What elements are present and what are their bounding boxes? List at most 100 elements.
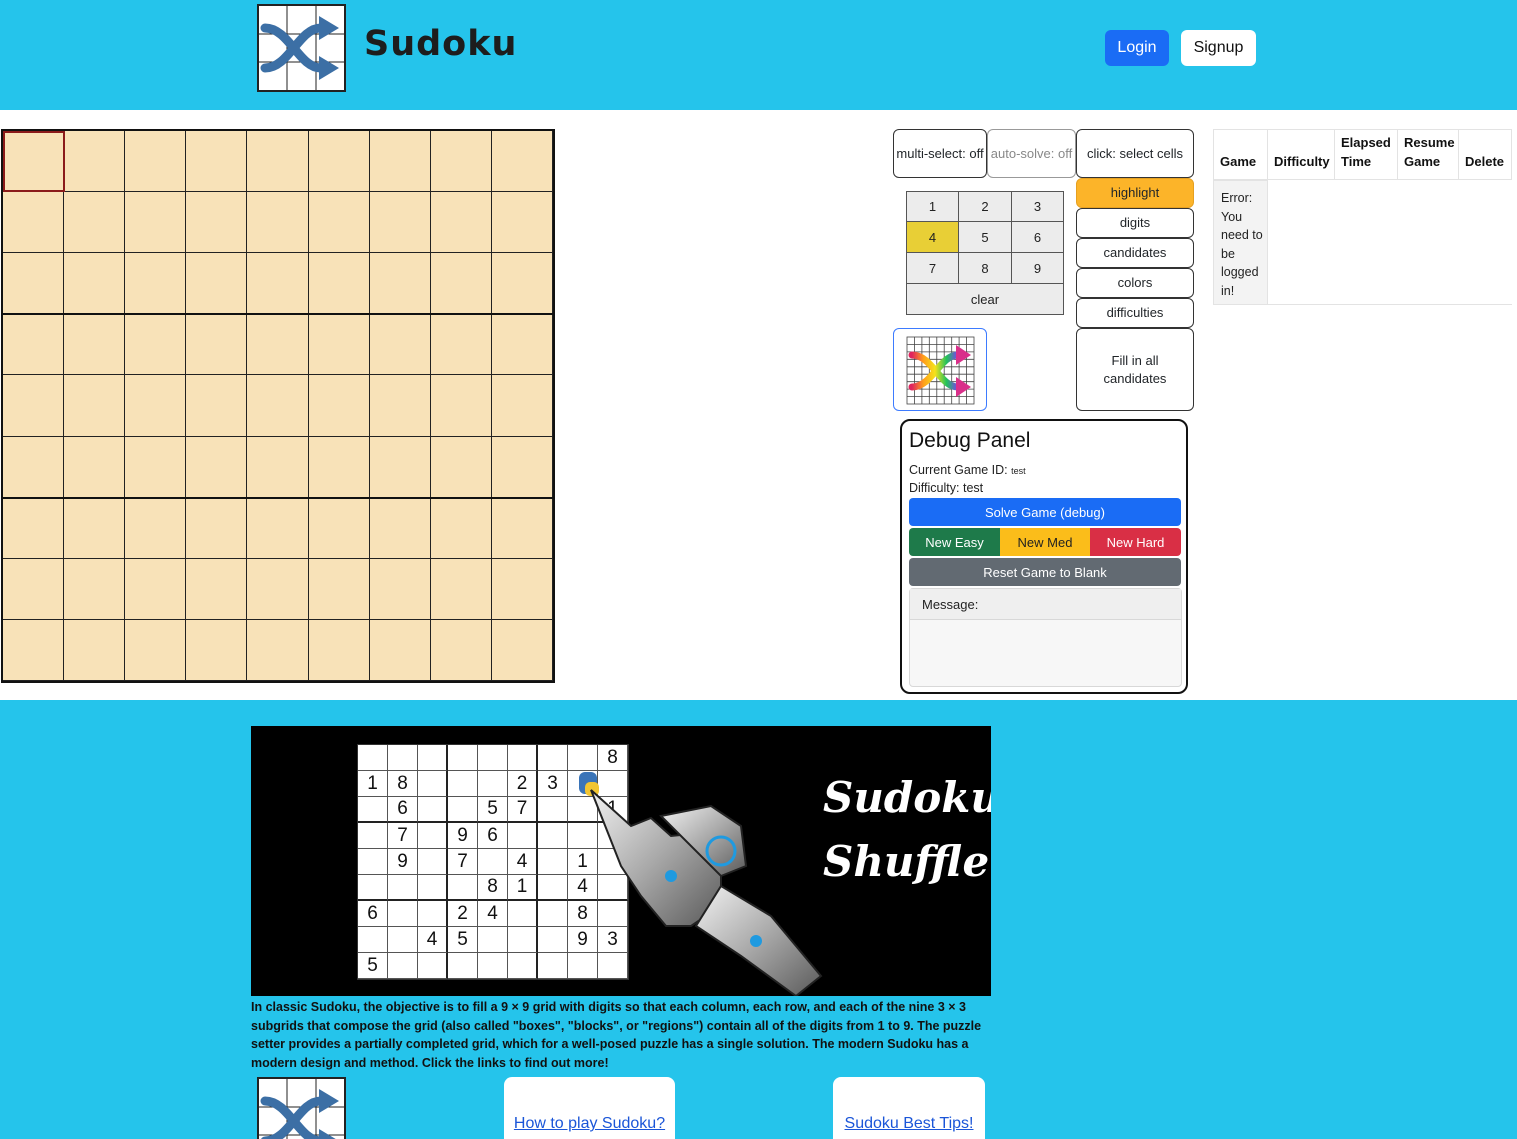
new-easy-button[interactable]: New Easy [909,528,1000,556]
mode-candidates-button[interactable]: candidates [1076,238,1194,268]
board-cell[interactable] [369,497,431,559]
board-cell[interactable] [491,436,553,498]
board-cell[interactable] [186,497,248,559]
board-cell[interactable] [247,375,309,437]
numpad-8[interactable]: 8 [958,252,1012,284]
board-cell[interactable] [369,436,431,498]
board-cell[interactable] [3,558,65,620]
numpad-6[interactable]: 6 [1011,221,1064,253]
board-cell[interactable] [369,375,431,437]
board-cell[interactable] [308,131,370,193]
board-cell[interactable] [125,497,187,559]
signup-button[interactable]: Signup [1181,30,1256,66]
board-cell[interactable] [3,436,65,498]
login-button[interactable]: Login [1105,30,1169,66]
board-cell[interactable] [491,558,553,620]
numpad-4[interactable]: 4 [906,221,959,253]
board-cell[interactable] [247,131,309,193]
board-cell[interactable] [430,436,492,498]
bottom-shuffle-logo[interactable] [257,1077,346,1139]
board-cell[interactable] [247,314,309,376]
board-cell[interactable] [64,375,126,437]
how-to-play-link[interactable]: How to play Sudoku? [514,1115,665,1133]
board-cell[interactable] [430,619,492,681]
board-cell[interactable] [430,131,492,193]
numpad-clear[interactable]: clear [906,283,1064,315]
mode-digits-button[interactable]: digits [1076,208,1194,238]
board-cell[interactable] [491,619,553,681]
board-cell[interactable] [64,619,126,681]
board-cell[interactable] [308,436,370,498]
numpad-3[interactable]: 3 [1011,191,1064,222]
board-cell[interactable] [247,436,309,498]
board-cell[interactable] [186,436,248,498]
numpad-5[interactable]: 5 [958,221,1012,253]
board-cell[interactable] [308,253,370,315]
best-tips-link[interactable]: Sudoku Best Tips! [845,1115,974,1133]
board-cell[interactable] [430,558,492,620]
numpad-2[interactable]: 2 [958,191,1012,222]
board-cell[interactable] [186,131,248,193]
board-cell[interactable] [247,253,309,315]
fill-candidates-button[interactable]: Fill in all candidates [1076,328,1194,411]
board-cell[interactable] [308,619,370,681]
board-cell[interactable] [491,131,553,193]
board-cell[interactable] [247,619,309,681]
board-cell[interactable] [125,375,187,437]
numpad-7[interactable]: 7 [906,252,959,284]
board-cell[interactable] [64,253,126,315]
sudoku-board[interactable] [1,129,555,683]
new-med-button[interactable]: New Med [1000,528,1090,556]
board-cell[interactable] [125,253,187,315]
board-cell[interactable] [247,497,309,559]
reset-game-button[interactable]: Reset Game to Blank [909,558,1181,586]
board-cell[interactable] [308,314,370,376]
board-cell[interactable] [369,131,431,193]
mode-colors-button[interactable]: colors [1076,268,1194,298]
board-cell[interactable] [64,192,126,254]
board-cell[interactable] [369,253,431,315]
board-cell[interactable] [3,619,65,681]
board-cell[interactable] [186,558,248,620]
shuffle-button[interactable] [893,328,987,411]
board-cell[interactable] [491,192,553,254]
board-cell[interactable] [491,375,553,437]
new-hard-button[interactable]: New Hard [1090,528,1181,556]
board-cell[interactable] [64,314,126,376]
board-cell[interactable] [186,314,248,376]
board-cell[interactable] [64,131,126,193]
board-cell[interactable] [430,497,492,559]
board-cell[interactable] [64,497,126,559]
click-mode-toggle[interactable]: click: select cells [1076,129,1194,178]
board-cell[interactable] [430,192,492,254]
board-cell[interactable] [125,192,187,254]
board-cell[interactable] [3,314,65,376]
board-cell[interactable] [186,375,248,437]
board-cell[interactable] [64,436,126,498]
board-cell[interactable] [491,497,553,559]
board-cell[interactable] [247,192,309,254]
multi-select-toggle[interactable]: multi-select: off [893,129,987,178]
board-cell[interactable] [3,253,65,315]
board-cell[interactable] [186,253,248,315]
board-cell[interactable] [491,253,553,315]
board-cell[interactable] [491,314,553,376]
board-cell[interactable] [430,375,492,437]
board-cell[interactable] [308,558,370,620]
board-cell[interactable] [125,436,187,498]
shuffle-logo[interactable] [257,4,346,92]
board-cell[interactable] [369,192,431,254]
mode-highlight-button[interactable]: highlight [1076,178,1194,208]
board-cell[interactable] [125,619,187,681]
board-cell[interactable] [64,558,126,620]
board-cell[interactable] [247,558,309,620]
numpad-1[interactable]: 1 [906,191,959,222]
board-cell[interactable] [186,619,248,681]
board-cell[interactable] [3,375,65,437]
board-cell[interactable] [308,192,370,254]
auto-solve-toggle[interactable]: auto-solve: off [987,129,1076,178]
board-cell[interactable] [369,314,431,376]
board-cell[interactable] [430,253,492,315]
board-cell[interactable] [369,619,431,681]
board-cell[interactable] [3,192,65,254]
